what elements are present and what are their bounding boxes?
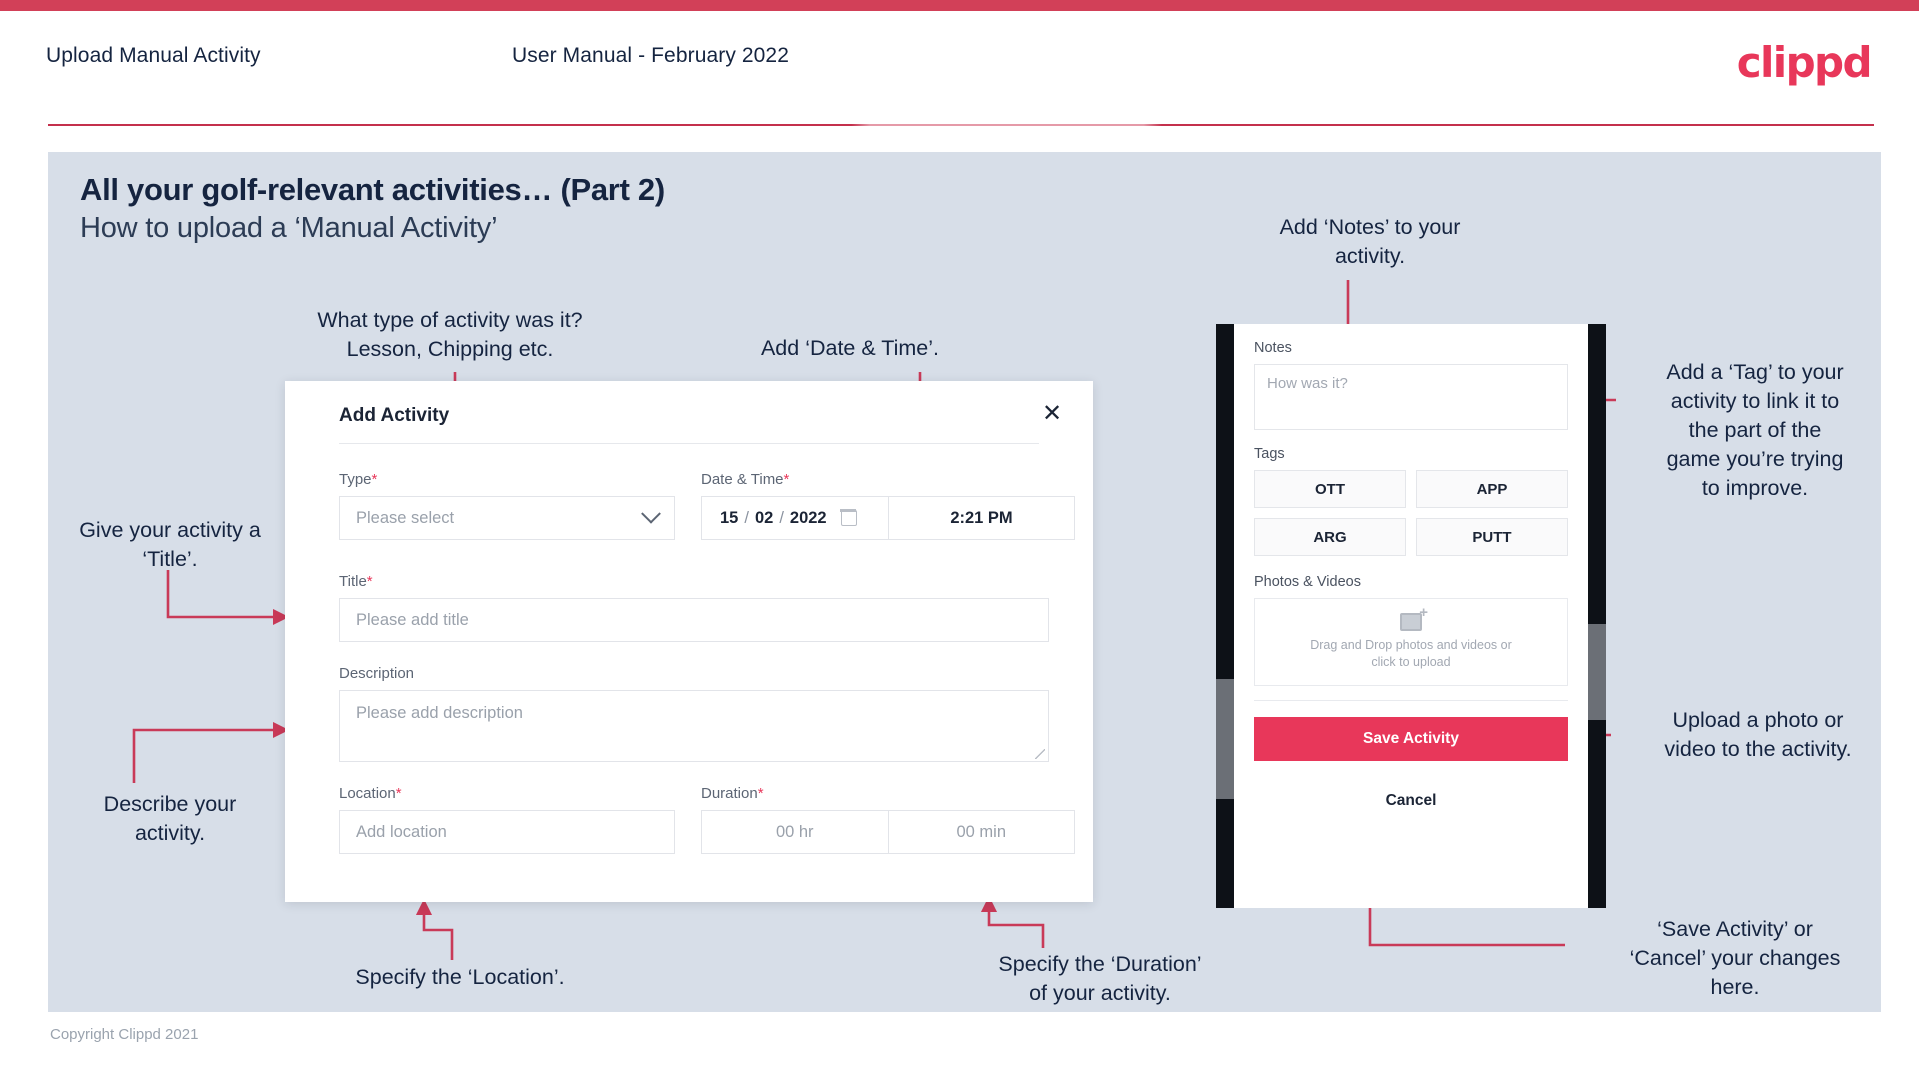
field-label-description: Description: [339, 665, 1049, 682]
field-label-title: Title*: [339, 573, 1049, 590]
date-year: 2022: [789, 508, 827, 527]
phone-left-bezel: [1216, 324, 1234, 908]
description-textarea[interactable]: Please add description: [339, 690, 1049, 762]
date-time-group: 15 / 02 / 2022 2:21 PM: [701, 496, 1075, 540]
phone-mockup: Notes How was it? Tags OTT APP ARG PUTT …: [1216, 324, 1606, 908]
date-sep-1: /: [744, 508, 749, 527]
duration-hours-input[interactable]: 00 hr: [702, 811, 888, 853]
required-marker: *: [371, 471, 378, 488]
page-title: All your golf-relevant activities… (Part…: [80, 172, 665, 207]
dropzone-line-2: click to upload: [1371, 655, 1451, 669]
volume-button: [1216, 679, 1234, 799]
image-add-icon: [1400, 604, 1428, 631]
form-row-title: Title* Please add title: [339, 573, 1049, 642]
annotation-tags: Add a ‘Tag’ to your activity to link it …: [1666, 360, 1844, 500]
tags-grid: OTT APP ARG PUTT: [1254, 470, 1568, 556]
field-duration: Duration* 00 hr 00 min: [701, 785, 1075, 854]
title-input[interactable]: Please add title: [339, 598, 1049, 642]
copyright-text: Copyright Clippd 2021: [50, 1026, 199, 1043]
phone-screen: Notes How was it? Tags OTT APP ARG PUTT …: [1234, 324, 1588, 908]
header-subtitle: User Manual - February 2022: [512, 44, 789, 67]
annotation-type: What type of activity was it? Lesson, Ch…: [317, 308, 583, 361]
required-marker: *: [757, 785, 764, 802]
location-placeholder: Add location: [356, 822, 447, 841]
tag-button-putt[interactable]: PUTT: [1416, 518, 1568, 556]
modal-header: Add Activity ✕: [285, 381, 1093, 443]
required-marker: *: [783, 471, 790, 488]
top-accent-bar: [0, 0, 1919, 11]
annotation-notes: Add ‘Notes’ to your activity.: [1279, 215, 1461, 268]
time-input[interactable]: 2:21 PM: [889, 497, 1074, 539]
annotation-location: Specify the ‘Location’.: [355, 965, 565, 989]
clippd-logo: clippd: [1736, 38, 1873, 87]
required-marker: *: [395, 785, 402, 802]
label-text: Title: [339, 573, 367, 590]
date-month: 02: [754, 508, 774, 527]
date-sep-2: /: [779, 508, 784, 527]
field-label-date-time: Date & Time*: [701, 471, 1075, 488]
label-text: Description: [339, 665, 415, 682]
form-row-type-datetime: Type* Please select Date & Time* 15 / 02…: [339, 471, 1075, 540]
field-date-time: Date & Time* 15 / 02 / 2022 2:21 PM: [701, 471, 1075, 540]
notes-label: Notes: [1254, 340, 1292, 356]
annotation-duration: Specify the ‘Duration’ of your activity.: [998, 952, 1202, 1005]
dropzone-text: Drag and Drop photos and videos or click…: [1310, 637, 1512, 671]
tag-button-ott[interactable]: OTT: [1254, 470, 1406, 508]
date-day: 15: [720, 508, 739, 527]
annotation-upload: Upload a photo or video to the activity.: [1664, 708, 1852, 761]
save-activity-button[interactable]: Save Activity: [1254, 717, 1568, 761]
label-text: Duration: [701, 785, 758, 802]
field-type: Type* Please select: [339, 471, 675, 540]
annotation-date-time: Add ‘Date & Time’.: [760, 336, 940, 360]
field-description: Description Please add description: [339, 665, 1049, 762]
calendar-icon[interactable]: [840, 509, 857, 526]
description-placeholder: Please add description: [356, 704, 523, 722]
notes-textarea[interactable]: How was it?: [1254, 364, 1568, 430]
duration-minutes-input[interactable]: 00 min: [887, 811, 1075, 853]
cancel-button[interactable]: Cancel: [1254, 779, 1568, 823]
phone-divider: [1254, 700, 1568, 701]
dropzone-line-1: Drag and Drop photos and videos or: [1310, 638, 1512, 652]
location-input[interactable]: Add location: [339, 810, 675, 854]
tags-label: Tags: [1254, 446, 1285, 462]
annotation-title: Give your activity a ‘Title’.: [79, 518, 261, 571]
photos-videos-label: Photos & Videos: [1254, 574, 1361, 590]
chevron-down-icon: [641, 503, 661, 524]
duration-group: 00 hr 00 min: [701, 810, 1075, 854]
required-marker: *: [366, 573, 373, 590]
photo-upload-dropzone[interactable]: Drag and Drop photos and videos or click…: [1254, 598, 1568, 686]
annotation-description: Describe your activity.: [103, 792, 237, 845]
annotation-save-cancel: ‘Save Activity’ or ‘Cancel’ your changes…: [1629, 917, 1841, 999]
label-text: Date & Time: [701, 471, 784, 488]
form-row-location-duration: Location* Add location Duration* 00 hr 0…: [339, 785, 1075, 854]
label-text: Location: [339, 785, 396, 802]
page-subtitle: How to upload a ‘Manual Activity’: [80, 212, 498, 244]
form-row-description: Description Please add description: [339, 665, 1049, 762]
tag-button-arg[interactable]: ARG: [1254, 518, 1406, 556]
label-text: Type: [339, 471, 372, 488]
modal-header-divider: [339, 443, 1039, 444]
close-icon[interactable]: ✕: [1037, 399, 1067, 429]
field-label-type: Type*: [339, 471, 675, 488]
date-input[interactable]: 15 / 02 / 2022: [702, 497, 889, 539]
field-label-duration: Duration*: [701, 785, 1075, 802]
tag-button-app[interactable]: APP: [1416, 470, 1568, 508]
field-label-location: Location*: [339, 785, 675, 802]
slide-page: Upload Manual Activity User Manual - Feb…: [0, 0, 1919, 1079]
field-title: Title* Please add title: [339, 573, 1049, 642]
phone-right-bezel: [1588, 324, 1606, 908]
type-select-value: Please select: [356, 508, 455, 527]
resize-handle-icon[interactable]: [1035, 749, 1045, 759]
field-location: Location* Add location: [339, 785, 675, 854]
type-select[interactable]: Please select: [339, 496, 675, 540]
power-button: [1588, 624, 1606, 720]
header-title: Upload Manual Activity: [46, 44, 261, 67]
add-activity-modal: Add Activity ✕ Type* Please select Date …: [285, 381, 1093, 902]
header-divider: [48, 124, 1874, 126]
title-input-placeholder: Please add title: [356, 610, 469, 629]
modal-title: Add Activity: [339, 405, 450, 426]
